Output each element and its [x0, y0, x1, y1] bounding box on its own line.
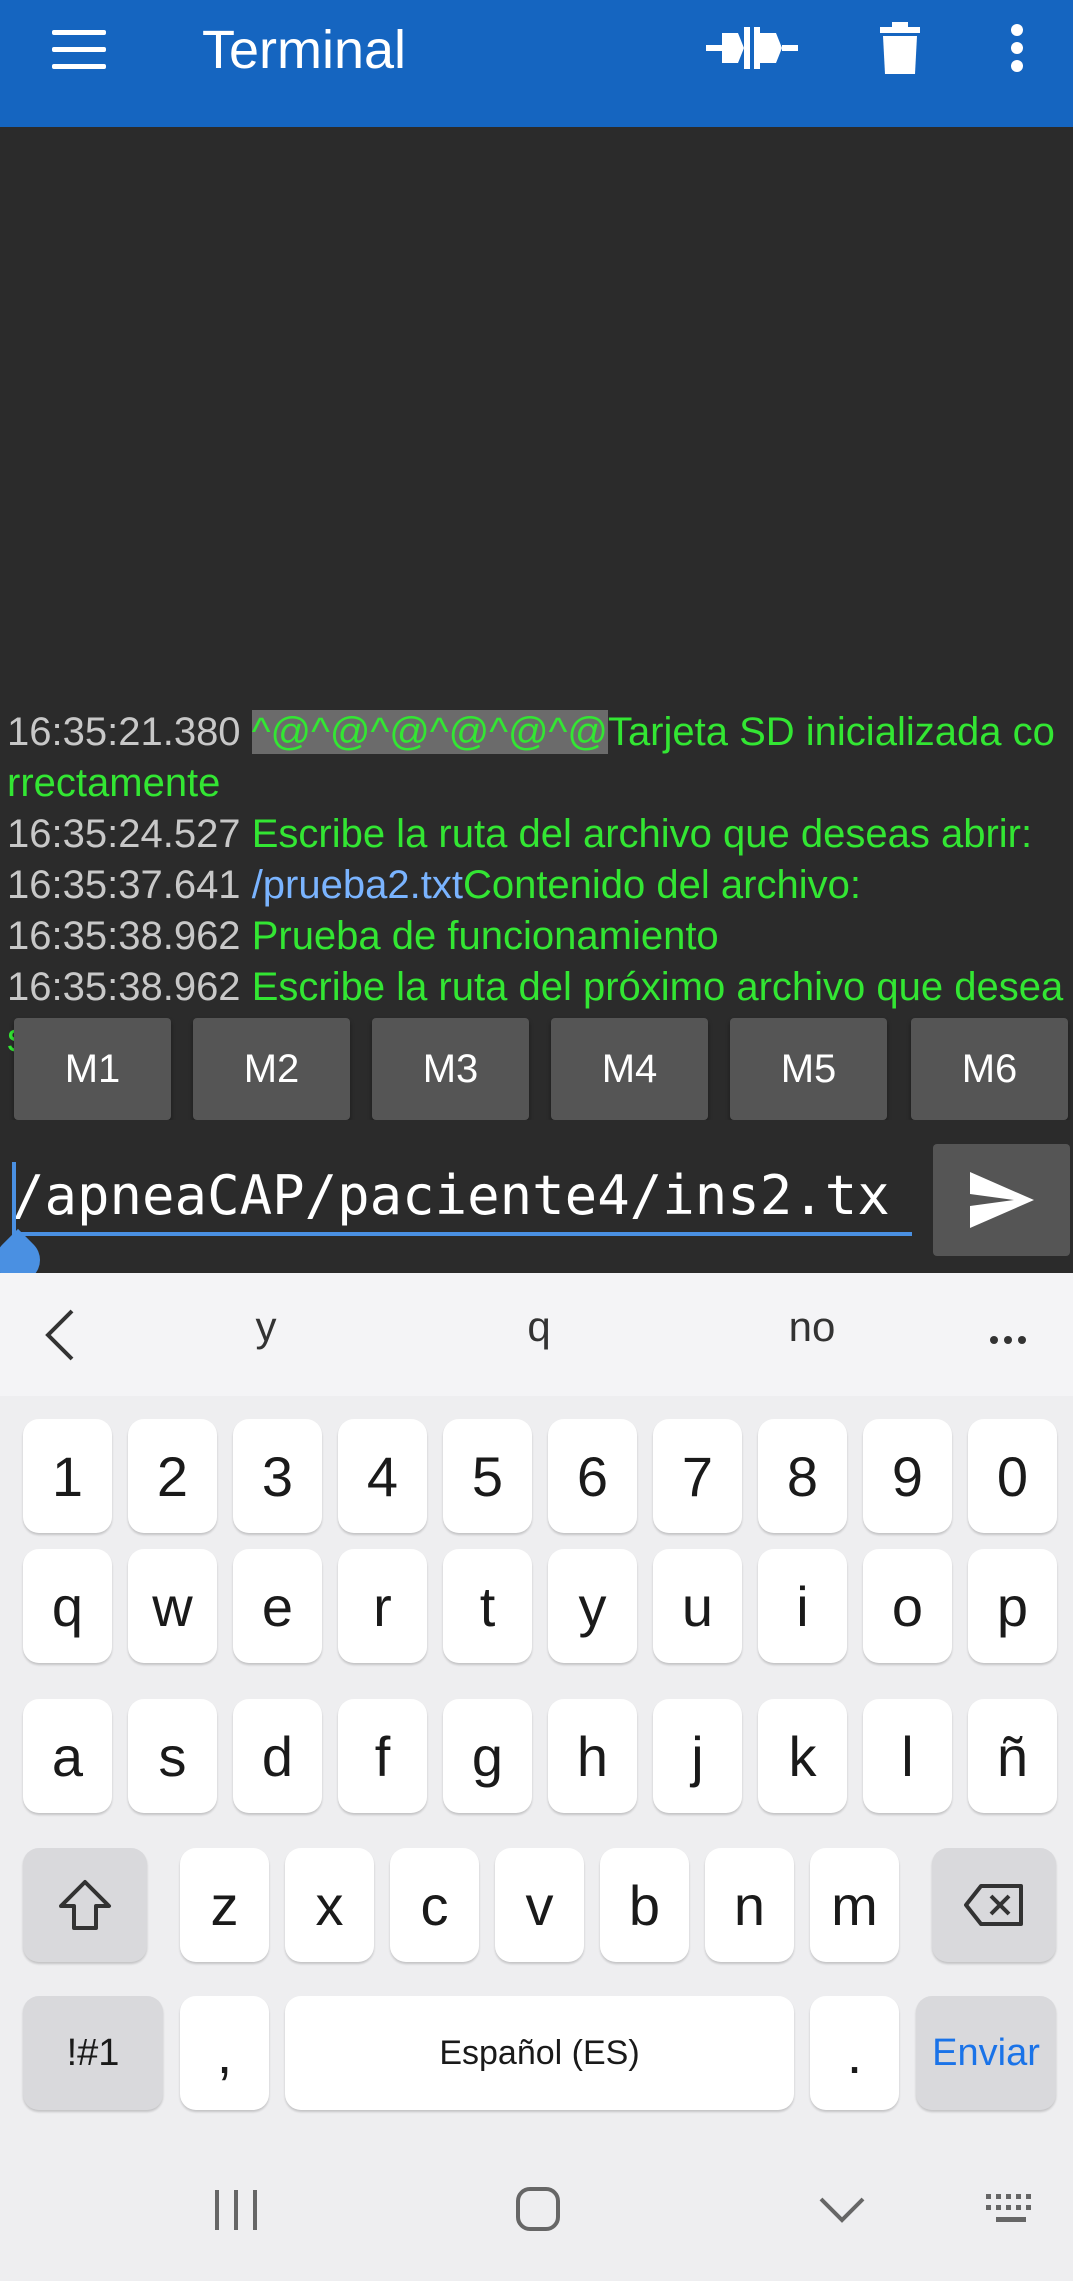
macro-button-m4[interactable]: M4: [551, 1018, 708, 1120]
home-icon[interactable]: [515, 2186, 561, 2237]
log-line: 16:35:38.962 Prueba de funcionamiento: [7, 914, 719, 958]
key-1[interactable]: 1: [23, 1419, 112, 1533]
text-caret: [12, 1162, 16, 1238]
key-8[interactable]: 8: [758, 1419, 847, 1533]
key-i[interactable]: i: [758, 1549, 847, 1663]
key-v[interactable]: v: [495, 1848, 584, 1962]
log-line: 16:35:24.527 Escribe la ruta del archivo…: [7, 812, 1033, 856]
key-z[interactable]: z: [180, 1848, 269, 1962]
chevron-left-icon[interactable]: [44, 1309, 76, 1366]
key-c[interactable]: c: [390, 1848, 479, 1962]
key-j[interactable]: j: [653, 1699, 742, 1813]
key-p[interactable]: p: [968, 1549, 1057, 1663]
key-d[interactable]: d: [233, 1699, 322, 1813]
keyboard-icon[interactable]: [984, 2190, 1038, 2235]
suggestion-1[interactable]: y: [166, 1303, 366, 1351]
log-line: 16:35:37.641 /prueba2.txtContenido del a…: [7, 863, 861, 907]
key-4[interactable]: 4: [338, 1419, 427, 1533]
key-2[interactable]: 2: [128, 1419, 217, 1533]
hide-keyboard-icon[interactable]: [818, 2196, 866, 2229]
key-r[interactable]: r: [338, 1549, 427, 1663]
terminal-output[interactable]: 16:35:21.380 ^@^@^@^@^@^@Tarjeta SD inic…: [0, 127, 1073, 1060]
shift-key[interactable]: [23, 1848, 147, 1962]
trash-icon[interactable]: [876, 14, 924, 82]
key-comma[interactable]: ,: [180, 1996, 269, 2110]
key-7[interactable]: 7: [653, 1419, 742, 1533]
key-6[interactable]: 6: [548, 1419, 637, 1533]
macro-button-m1[interactable]: M1: [14, 1018, 171, 1120]
key-f[interactable]: f: [338, 1699, 427, 1813]
macro-button-m5[interactable]: M5: [730, 1018, 887, 1120]
key-n-tilde[interactable]: ñ: [968, 1699, 1057, 1813]
key-w[interactable]: w: [128, 1549, 217, 1663]
macro-button-m6[interactable]: M6: [911, 1018, 1068, 1120]
suggestion-bar: y q no: [0, 1273, 1073, 1396]
shift-icon: [59, 1880, 111, 1930]
keyboard: y q no 1 2 3 4 5 6 7 8 9 0 q w e r t y u…: [0, 1273, 1073, 2281]
recent-apps-icon[interactable]: [213, 2188, 259, 2237]
backspace-icon: [964, 1884, 1023, 1926]
key-period[interactable]: .: [810, 1996, 899, 2110]
enter-key[interactable]: Enviar: [916, 1996, 1056, 2110]
app-bar: Terminal: [0, 0, 1073, 127]
key-k[interactable]: k: [758, 1699, 847, 1813]
terminal-log: 16:35:21.380 ^@^@^@^@^@^@Tarjeta SD inic…: [7, 707, 1067, 1064]
macro-bar: M1 M2 M3 M4 M5 M6: [14, 1018, 1073, 1120]
key-l[interactable]: l: [863, 1699, 952, 1813]
key-e[interactable]: e: [233, 1549, 322, 1663]
system-nav-bar: [0, 2140, 1073, 2281]
symbols-key[interactable]: !#1: [23, 1996, 163, 2110]
key-x[interactable]: x: [285, 1848, 374, 1962]
key-g[interactable]: g: [443, 1699, 532, 1813]
suggestion-3[interactable]: no: [712, 1303, 912, 1351]
key-3[interactable]: 3: [233, 1419, 322, 1533]
log-line: 16:35:21.380 ^@^@^@^@^@^@Tarjeta SD inic…: [7, 710, 1055, 805]
command-input[interactable]: /apneaCAP/paciente4/ins2.tx: [12, 1160, 912, 1236]
key-0[interactable]: 0: [968, 1419, 1057, 1533]
control-chars: ^@^@^@^@^@^@: [251, 710, 608, 754]
more-vert-icon[interactable]: [1000, 14, 1034, 82]
suggestion-2[interactable]: q: [439, 1303, 639, 1351]
backspace-key[interactable]: [932, 1848, 1056, 1962]
macro-button-m3[interactable]: M3: [372, 1018, 529, 1120]
key-u[interactable]: u: [653, 1549, 742, 1663]
key-n[interactable]: n: [705, 1848, 794, 1962]
menu-icon[interactable]: [52, 30, 106, 70]
key-q[interactable]: q: [23, 1549, 112, 1663]
key-b[interactable]: b: [600, 1848, 689, 1962]
send-button[interactable]: [933, 1144, 1070, 1256]
key-y[interactable]: y: [548, 1549, 637, 1663]
key-h[interactable]: h: [548, 1699, 637, 1813]
connect-icon[interactable]: [706, 14, 798, 82]
macro-button-m2[interactable]: M2: [193, 1018, 350, 1120]
key-t[interactable]: t: [443, 1549, 532, 1663]
sent-text: /prueba2.txt: [251, 863, 463, 907]
app-title: Terminal: [202, 20, 407, 80]
key-5[interactable]: 5: [443, 1419, 532, 1533]
key-o[interactable]: o: [863, 1549, 952, 1663]
key-9[interactable]: 9: [863, 1419, 952, 1533]
key-m[interactable]: m: [810, 1848, 899, 1962]
more-horiz-icon[interactable]: [990, 1331, 1032, 1349]
send-icon: [969, 1172, 1034, 1228]
key-a[interactable]: a: [23, 1699, 112, 1813]
input-row: /apneaCAP/paciente4/ins2.tx: [0, 1120, 1073, 1292]
space-key[interactable]: Español (ES): [285, 1996, 794, 2110]
key-s[interactable]: s: [128, 1699, 217, 1813]
